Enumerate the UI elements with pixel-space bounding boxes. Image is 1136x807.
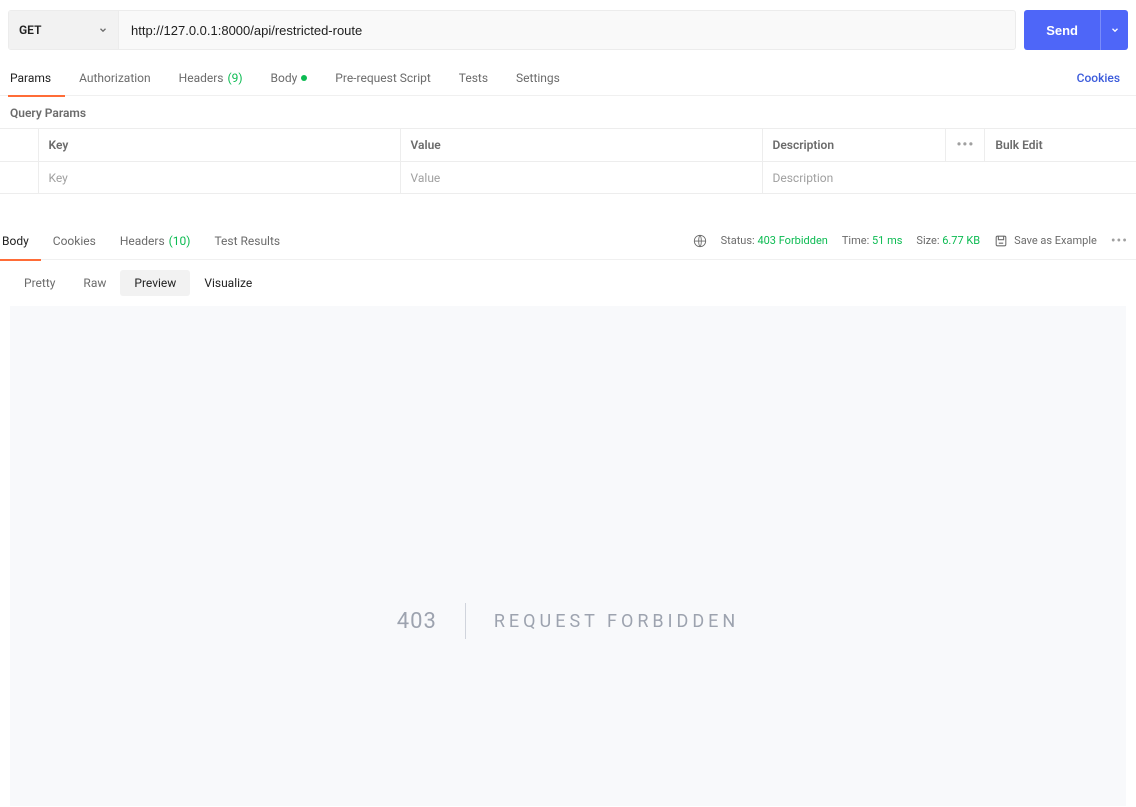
param-value-cell[interactable]: Value — [400, 162, 762, 194]
error-code: 403 — [397, 609, 437, 634]
view-visualize[interactable]: Visualize — [190, 270, 266, 296]
send-button[interactable]: Send — [1024, 10, 1100, 50]
status-meta[interactable]: Status: 403 Forbidden — [721, 234, 828, 247]
tab-label: Cookies — [53, 234, 96, 248]
columns-options-icon: ••• — [956, 137, 974, 153]
error-text: REQUEST FORBIDDEN — [494, 611, 739, 632]
tab-label: Body — [271, 71, 298, 85]
save-icon — [994, 234, 1008, 248]
send-options-button[interactable] — [1100, 10, 1128, 50]
status-value: 403 Forbidden — [757, 234, 827, 247]
size-meta[interactable]: Size: 6.77 KB — [916, 234, 980, 247]
col-value-header: Value — [400, 129, 762, 162]
col-actions-header[interactable]: ••• — [946, 129, 985, 162]
tab-label: Tests — [459, 71, 488, 85]
param-row-empty[interactable]: Key Value Description — [0, 162, 1136, 194]
tab-authorization[interactable]: Authorization — [65, 60, 165, 96]
request-url-input[interactable] — [119, 11, 1015, 49]
globe-icon[interactable] — [693, 234, 707, 248]
cookies-link[interactable]: Cookies — [1077, 71, 1128, 85]
save-as-example-button[interactable]: Save as Example — [994, 234, 1097, 248]
tab-label: Test Results — [214, 234, 280, 248]
tab-label: Authorization — [79, 71, 151, 85]
query-params-table: Key Value Description ••• Bulk Edit Key … — [0, 128, 1136, 194]
forbidden-error-block: 403 REQUEST FORBIDDEN — [397, 603, 739, 639]
tab-headers[interactable]: Headers (9) — [165, 60, 257, 96]
resp-tab-test-results[interactable]: Test Results — [202, 222, 292, 260]
tab-settings[interactable]: Settings — [502, 60, 574, 96]
resp-tab-headers[interactable]: Headers (10) — [108, 222, 203, 260]
tab-pre-request-script[interactable]: Pre-request Script — [321, 60, 444, 96]
response-preview-pane: 403 REQUEST FORBIDDEN — [10, 306, 1126, 806]
request-tabs: Params Authorization Headers (9) Body Pr… — [0, 60, 1136, 96]
time-label: Time: — [842, 234, 869, 247]
chevron-down-icon — [98, 25, 108, 35]
headers-count-badge: (9) — [228, 71, 243, 85]
chevron-down-icon — [1110, 25, 1120, 35]
size-label: Size: — [916, 234, 939, 247]
tab-params[interactable]: Params — [8, 60, 65, 96]
tab-body[interactable]: Body — [257, 60, 322, 96]
error-separator — [465, 603, 466, 639]
tab-label: Pre-request Script — [335, 71, 430, 85]
size-value: 6.77 KB — [942, 234, 980, 247]
col-key-header: Key — [38, 129, 400, 162]
view-preview[interactable]: Preview — [120, 270, 190, 296]
request-bar: GET Send — [0, 0, 1136, 60]
resp-tab-cookies[interactable]: Cookies — [41, 222, 108, 260]
bulk-edit-button[interactable]: Bulk Edit — [985, 129, 1136, 162]
response-tabs: Body Cookies Headers (10) Test Results S… — [0, 222, 1136, 260]
response-meta: Status: 403 Forbidden Time: 51 ms Size: … — [693, 233, 1128, 249]
param-key-cell[interactable]: Key — [38, 162, 400, 194]
time-meta[interactable]: Time: 51 ms — [842, 234, 903, 247]
tab-label: Body — [2, 234, 29, 248]
body-view-tabs: Pretty Raw Preview Visualize — [0, 260, 1136, 306]
body-indicator-icon — [301, 75, 307, 81]
headers-count-badge: (10) — [169, 234, 191, 248]
view-raw[interactable]: Raw — [69, 270, 120, 296]
http-method-select[interactable]: GET — [9, 11, 119, 49]
drag-handle — [0, 162, 38, 194]
tab-label: Headers — [120, 234, 165, 248]
save-example-label: Save as Example — [1014, 234, 1097, 247]
tab-tests[interactable]: Tests — [445, 60, 502, 96]
col-description-header: Description — [762, 129, 946, 162]
more-options-icon[interactable]: ••• — [1111, 233, 1128, 249]
query-params-title: Query Params — [0, 96, 1136, 128]
time-value: 51 ms — [872, 234, 902, 247]
method-url-group: GET — [8, 10, 1016, 50]
tab-label: Headers — [179, 71, 224, 85]
resp-tab-body[interactable]: Body — [0, 222, 41, 260]
tab-label: Params — [10, 71, 51, 85]
tab-label: Settings — [516, 71, 560, 85]
http-method-label: GET — [19, 23, 41, 37]
col-drag-header — [0, 129, 38, 162]
param-description-cell[interactable]: Description — [762, 162, 1136, 194]
status-label: Status: — [721, 234, 755, 247]
send-button-group: Send — [1024, 10, 1128, 50]
view-pretty[interactable]: Pretty — [10, 270, 69, 296]
